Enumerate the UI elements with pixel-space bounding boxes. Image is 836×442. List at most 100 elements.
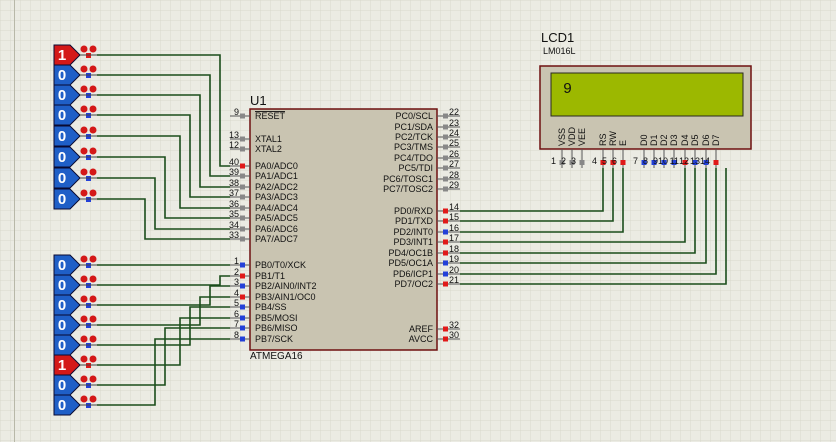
mcu-pin-state [443,134,448,140]
switch-value: 1 [58,357,66,374]
lcd-pin-name: VSS [557,128,567,146]
lcd-pin-name: D0 [639,134,649,146]
mcu-pin-state [240,236,245,242]
switch-toggle-dot [80,85,88,93]
lcd-pin-name: RS [598,133,608,146]
switch-toggle-dot [80,105,88,113]
mcu-pin-number: 36 [229,199,239,209]
mcu-pin-name: PC0/SCL [395,111,433,121]
mcu-pin-number: 5 [234,298,239,308]
mcu-pin-name: PD4/OC1B [388,248,433,258]
switch-value: 0 [58,337,66,354]
lcd-pin-name: D1 [649,134,659,146]
mcu-pin-name: PC3/TMS [394,142,433,152]
mcu-pin-state [443,336,448,342]
mcu-pin-number: 29 [449,180,459,190]
switch-toggle-dot [89,85,97,93]
mcu-pin-number: 39 [229,167,239,177]
switch-value: 0 [58,377,66,394]
mcu-pin-name: PB5/MOSI [255,313,298,323]
mcu-pin-state [240,325,245,331]
switch-value: 0 [58,397,66,414]
switch-toggle-dot [89,355,97,363]
mcu-pin-number: 14 [449,202,459,212]
mcu-pin-number: 40 [229,157,239,167]
mcu-pin-state [443,155,448,161]
mcu-pin-state [443,281,448,287]
switch-toggle-dot [89,65,97,73]
mcu-pin-name: PC1/SDA [394,122,433,132]
lcd-pin-number: 14 [700,156,710,166]
lcd-pin-name: D5 [690,134,700,146]
switch-value: 0 [58,107,66,124]
switch-toggle-dot [80,355,88,363]
lcd-pin-number: 7 [633,156,638,166]
switch-toggle-dot [80,335,88,343]
mcu-pin-number: 17 [449,233,459,243]
mcu-pin-number: 38 [229,178,239,188]
lcd-pin-number: 6 [612,156,617,166]
mcu-pin-state [443,239,448,245]
mcu-pin-state [443,124,448,130]
mcu-pin-state [240,262,245,268]
mcu-pin-name: RESET [255,111,286,121]
lcd-pin-state [579,160,585,165]
mcu-pin-name: PB7/SCK [255,334,293,344]
mcu-pin-name: PD6/ICP1 [393,269,433,279]
lcd-pin-name: D4 [680,134,690,146]
mcu-pin-number: 34 [229,220,239,230]
switch-value: 1 [58,47,66,64]
switch-toggle-dot [89,255,97,263]
lcd-pin-name: D3 [669,134,679,146]
mcu-pin-name: PB0/T0/XCK [255,260,306,270]
lcd-pin-name: RW [608,131,618,146]
mcu-pin-name: PB4/SS [255,302,287,312]
mcu-pin-state [443,260,448,266]
mcu-atmega16[interactable]: U1 ATMEGA16 9 RESET13 XTAL112 XTAL240 PA0/AD… [229,93,460,362]
mcu-pin-number: 21 [449,275,459,285]
switch-toggle-dot [80,45,88,53]
switch-value: 0 [58,67,66,84]
switch-value: 0 [58,277,66,294]
lcd-pin-name: VEE [577,128,587,146]
switch-toggle-dot [89,126,97,134]
switch-toggle-dot [80,255,88,263]
switch-toggle-dot [89,375,97,383]
lcd-pin-number: 2 [561,156,566,166]
switch-toggle-dot [80,189,88,197]
mcu-pin-state [443,176,448,182]
switch-toggle-dot [80,168,88,176]
switch-toggle-dot [80,295,88,303]
mcu-pin-name: PD0/RXD [394,206,434,216]
mcu-pin-name: PC6/TOSC1 [383,174,433,184]
switch-toggle-dot [89,189,97,197]
mcu-pin-state [240,273,245,279]
mcu-pin-state [240,315,245,321]
mcu-pin-name: PD1/TXD [395,216,434,226]
switch-toggle-dot [80,126,88,134]
switch-toggle-dot [80,395,88,403]
mcu-pin-number: 25 [449,138,459,148]
lcd-pin-name: D6 [701,134,711,146]
mcu-pin-number: 27 [449,159,459,169]
switch-toggle-dot [80,147,88,155]
lcd-pin-number: 3 [571,156,576,166]
switch-toggle-dot [89,295,97,303]
lcd-pin-number: 1 [551,156,556,166]
switch-toggle-dot [89,147,97,155]
mcu-pin-name: PA1/ADC1 [255,171,298,181]
lcd-screen [550,72,744,117]
switch-value: 0 [58,191,66,208]
lcd-pin-number: 13 [690,156,700,166]
mcu-pin-state [443,218,448,224]
mcu-pin-number: 1 [234,256,239,266]
switch-toggle-dot [80,275,88,283]
mcu-pin-name: PB2/AIN0/INT2 [255,281,317,291]
mcu-pin-number: 6 [234,309,239,319]
lcd-pin-name: D7 [711,134,721,146]
mcu-pin-state [240,173,245,179]
lcd-pin-number: 11 [670,156,679,166]
switch-value: 0 [58,297,66,314]
mcu-pin-state [443,326,448,332]
mcu-pin-state [443,250,448,256]
